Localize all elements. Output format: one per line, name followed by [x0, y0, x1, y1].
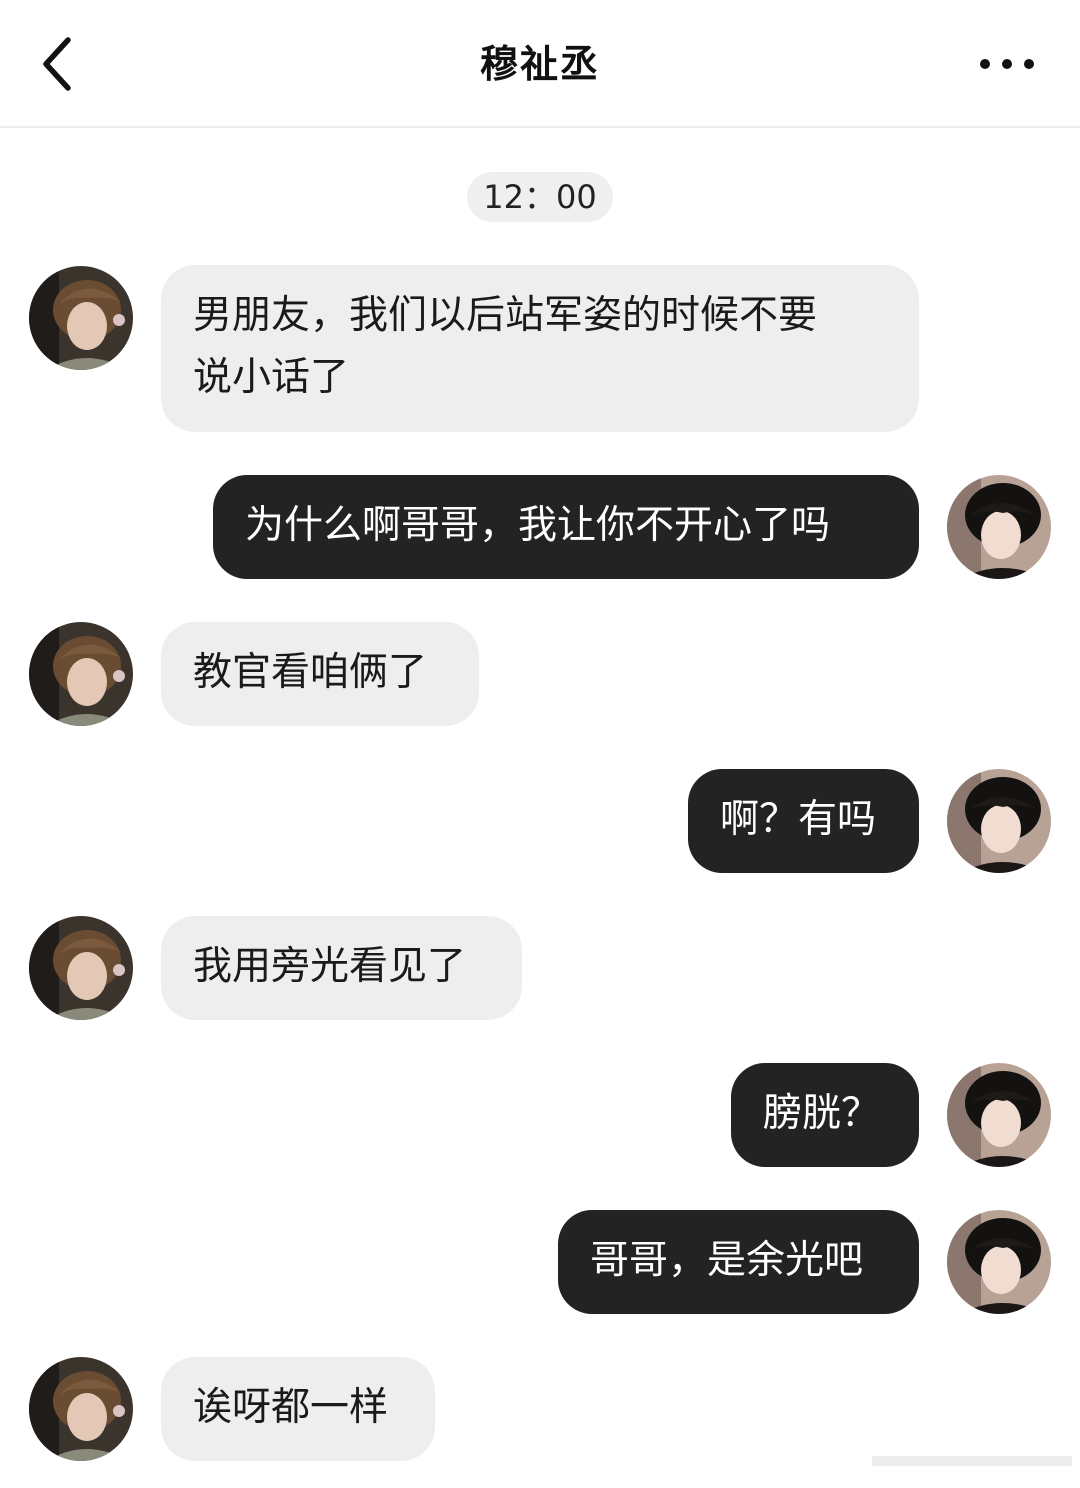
chevron-left-icon: [43, 37, 71, 91]
contact-avatar-image: [29, 916, 133, 1020]
contact-avatar[interactable]: [29, 916, 133, 1020]
user-avatar-image: [947, 1210, 1051, 1314]
contact-avatar-image: [29, 1357, 133, 1461]
back-button[interactable]: [24, 26, 88, 102]
contact-avatar-image: [29, 266, 133, 370]
message-bubble-incoming[interactable]: 我用旁光看见了: [161, 916, 522, 1020]
watermark: [872, 1456, 1072, 1466]
chat-header: 穆祉丞: [0, 0, 1080, 128]
user-avatar-image: [947, 475, 1051, 579]
message-bubble-outgoing[interactable]: 膀胱？: [731, 1063, 919, 1167]
user-avatar[interactable]: [947, 1210, 1051, 1314]
chat-title: 穆祉丞: [479, 42, 600, 86]
contact-avatar[interactable]: [29, 1357, 133, 1461]
user-avatar[interactable]: [947, 1063, 1051, 1167]
message-bubble-incoming[interactable]: 教官看咱俩了: [161, 622, 479, 726]
timestamp-pill: 12：00: [467, 172, 613, 222]
user-avatar[interactable]: [947, 769, 1051, 873]
message-bubble-outgoing[interactable]: 啊？有吗: [688, 769, 919, 873]
message-bubble-outgoing[interactable]: 为什么啊哥哥，我让你不开心了吗: [213, 475, 919, 579]
contact-avatar[interactable]: [29, 266, 133, 370]
message-bubble-outgoing[interactable]: 哥哥，是余光吧: [558, 1210, 919, 1314]
message-bubble-incoming[interactable]: 诶呀都一样: [161, 1357, 435, 1461]
user-avatar-image: [947, 1063, 1051, 1167]
contact-avatar[interactable]: [29, 622, 133, 726]
more-options-button[interactable]: [964, 36, 1050, 92]
message-bubble-incoming[interactable]: 男朋友，我们以后站军姿的时候不要 说小话了: [161, 265, 919, 432]
ellipsis-horizontal-icon: [980, 59, 1034, 69]
contact-avatar-image: [29, 622, 133, 726]
user-avatar-image: [947, 769, 1051, 873]
user-avatar[interactable]: [947, 475, 1051, 579]
